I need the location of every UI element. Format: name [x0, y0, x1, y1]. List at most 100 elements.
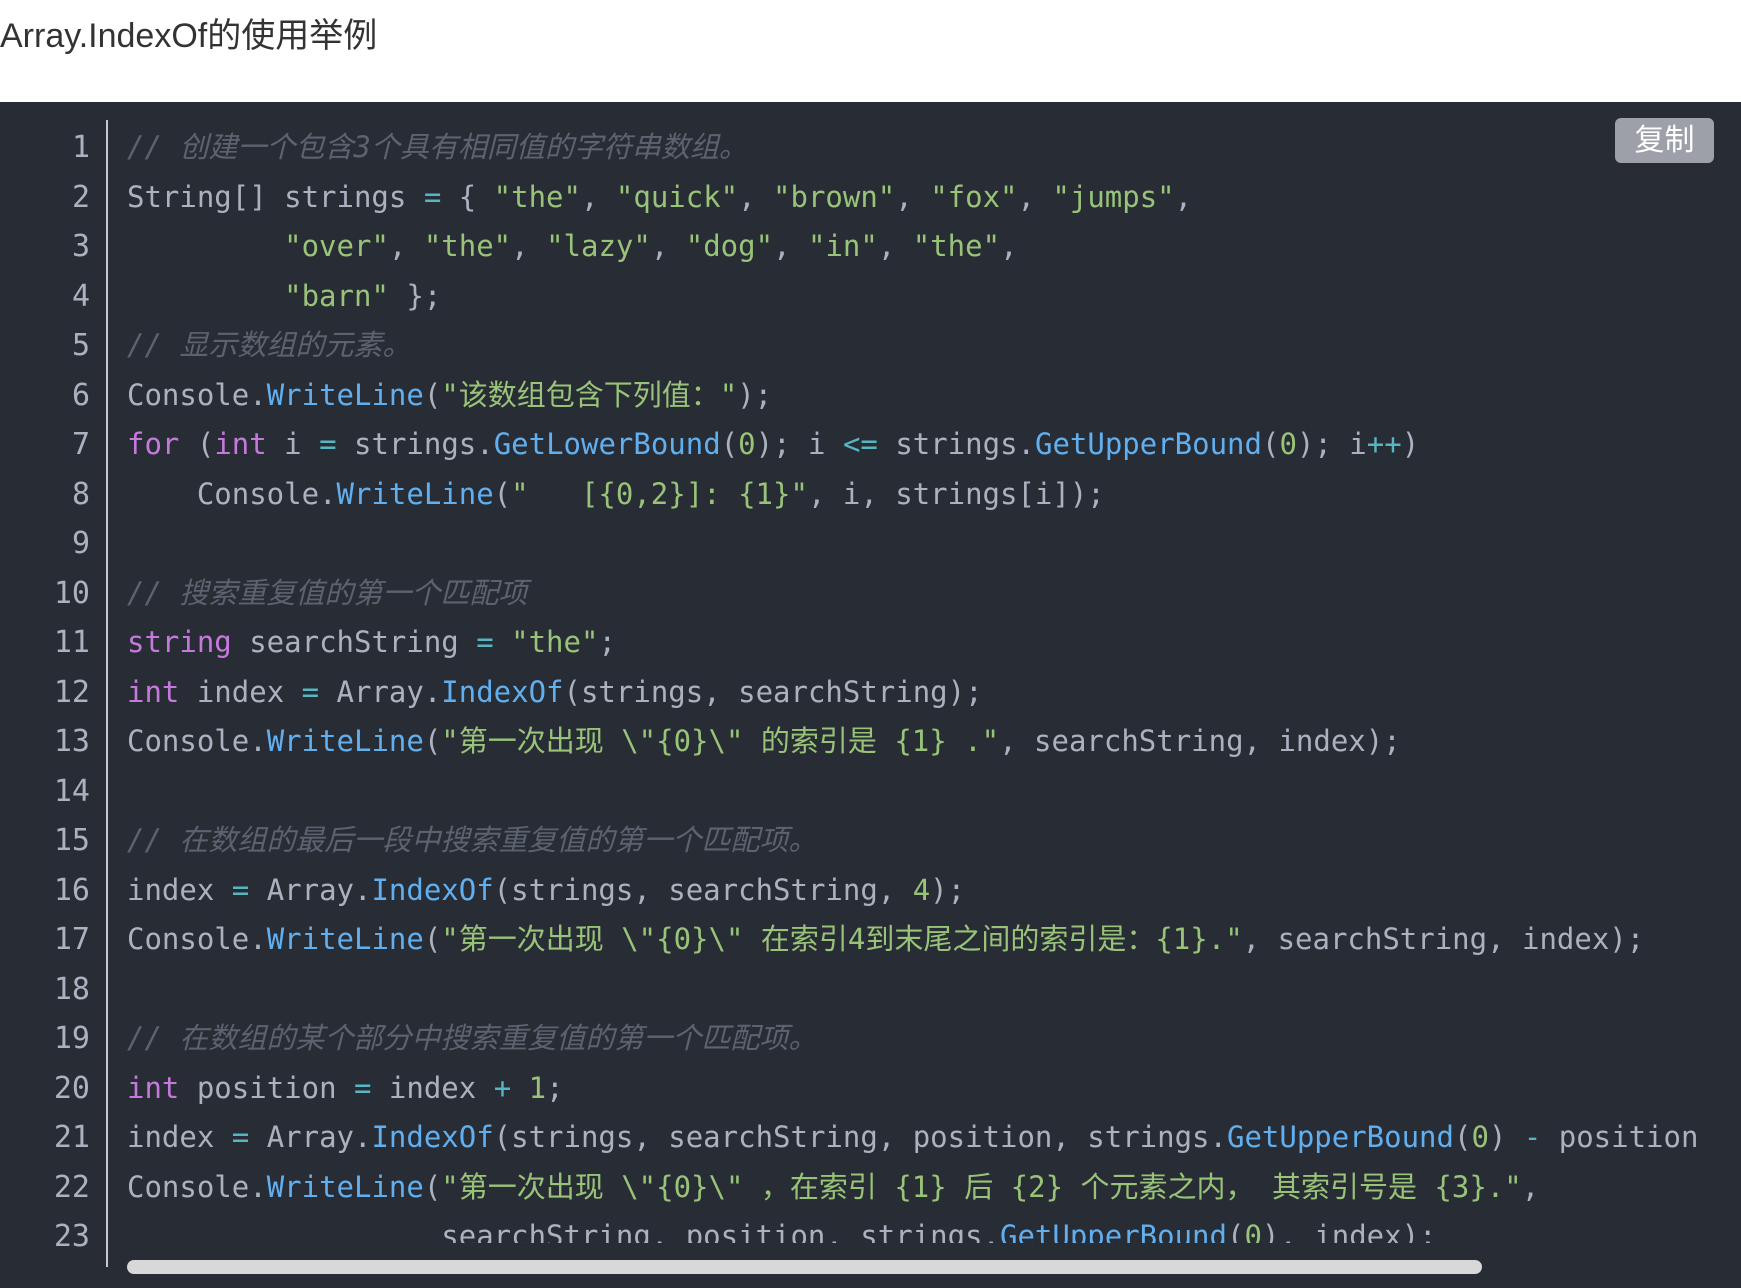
code-token-function: WriteLine	[336, 476, 494, 511]
code-line: searchString, position, strings.GetUpper…	[127, 1212, 1741, 1243]
code-token-plain: searchString, position, strings.	[127, 1219, 1000, 1243]
line-number: 5	[71, 328, 90, 363]
code-token-comment: // 在数组的某个部分中搜索重复值的第一个匹配项。	[127, 1021, 818, 1055]
line-number: 21	[53, 1120, 90, 1155]
code-token-plain: (	[1453, 1120, 1472, 1154]
code-token-plain: ,	[650, 229, 686, 263]
line-number: 2	[71, 179, 90, 215]
code-token-plain: ); i	[1296, 427, 1367, 461]
code-token-operator: =	[231, 1120, 250, 1154]
code-token-plain: position	[1541, 1120, 1699, 1154]
horizontal-scrollbar[interactable]	[127, 1260, 1721, 1274]
line-number: 23	[53, 1219, 90, 1254]
code-token-plain: ,	[1000, 229, 1018, 263]
code-token-plain: strings.	[877, 427, 1035, 461]
code-token-comment: // 创建一个包含3个具有相同值的字符串数组。	[127, 130, 748, 164]
code-token-string: "该数组包含下列值："	[441, 377, 738, 412]
code-token-string: "the"	[511, 625, 599, 659]
code-token-plain: position	[179, 1070, 354, 1105]
line-number: 7	[71, 427, 90, 462]
code-line: index = Array.IndexOf(strings, searchStr…	[127, 866, 1741, 916]
code-token-plain: Console.	[127, 724, 267, 758]
code-line: "over", "the", "lazy", "dog", "in", "the…	[127, 222, 1741, 272]
code-token-plain: Console.	[127, 377, 267, 412]
code-token-string: "the"	[493, 179, 581, 214]
code-token-plain: (	[423, 1169, 442, 1204]
code-token-operator: =	[231, 872, 250, 907]
code-token-plain: Console.	[127, 1169, 267, 1204]
code-token-keyword: string	[127, 625, 232, 659]
code-token-plain: Array.	[249, 872, 372, 907]
code-token-plain: ); i	[755, 427, 843, 461]
code-token-number: 0	[1244, 1219, 1262, 1243]
code-token-keyword: int	[127, 1070, 180, 1105]
code-token-plain: ,	[1521, 1169, 1540, 1204]
code-token-plain: (	[423, 377, 442, 412]
scrollbar-thumb[interactable]	[127, 1260, 1482, 1274]
code-token-comment: // 在数组的最后一段中搜索重复值的第一个匹配项。	[127, 823, 818, 857]
code-token-plain: (strings, searchString, position, string…	[493, 1120, 1227, 1154]
page-title: Array.IndexOf的使用举例	[0, 17, 378, 55]
code-line: Console.WriteLine("第一次出现 \"{0}\" 在索引4到末尾…	[127, 915, 1741, 965]
code-token-plain: );	[737, 377, 773, 412]
code-token-function: GetLowerBound	[493, 427, 721, 461]
code-token-operator: <=	[842, 427, 878, 461]
code-lines: // 创建一个包含3个具有相同值的字符串数组。 String[] strings …	[127, 123, 1741, 1243]
code-token-plain: Array.	[319, 674, 442, 709]
code-token-plain: , searchString, index);	[999, 724, 1401, 758]
code-line: // 在数组的最后一段中搜索重复值的第一个匹配项。	[127, 816, 1741, 866]
code-token-plain: Console.	[127, 476, 337, 511]
code-token-plain: ,	[511, 229, 547, 263]
code-token-plain: ,	[877, 229, 913, 263]
code-token-plain: searchString	[231, 625, 477, 659]
code-token-function: IndexOf	[371, 1120, 494, 1154]
code-token-plain: (	[423, 922, 442, 956]
code-token-operator: =	[319, 427, 337, 461]
gutter-divider	[106, 120, 108, 1267]
code-token-plain: {	[441, 179, 494, 214]
code-token-string: "the"	[423, 229, 512, 263]
line-number: 20	[53, 1070, 90, 1106]
code-token-plain: index	[127, 1120, 232, 1154]
code-token-operator: +	[493, 1070, 512, 1105]
code-token-plain: )	[1488, 1120, 1524, 1154]
code-token-plain: ,	[580, 179, 616, 214]
code-token-plain: Array.	[249, 1120, 372, 1154]
code-line: "barn" };	[127, 272, 1741, 322]
copy-button[interactable]: 复制	[1615, 118, 1714, 163]
code-line: Console.WriteLine(" [{0,2}]: {1}", i, st…	[127, 470, 1741, 520]
code-token-plain: index	[179, 674, 302, 709]
code-token-operator: =	[301, 674, 320, 709]
code-line: // 创建一个包含3个具有相同值的字符串数组。	[127, 123, 1741, 173]
line-number: 13	[53, 724, 90, 759]
line-number: 17	[53, 922, 90, 957]
code-token-plain: ;	[546, 1070, 564, 1105]
code-token-plain: (	[720, 427, 739, 461]
line-number: 1	[71, 130, 90, 165]
code-token-plain: (	[179, 427, 215, 461]
code-token-function: WriteLine	[266, 922, 424, 956]
code-line: String[] strings = { "the", "quick", "br…	[127, 173, 1741, 223]
code-token-plain: String[] strings	[127, 179, 424, 214]
code-token-function: WriteLine	[266, 724, 424, 758]
code-token-plain: ,	[738, 179, 774, 214]
code-area[interactable]: // 创建一个包含3个具有相同值的字符串数组。 String[] strings …	[127, 123, 1741, 1243]
code-token-comment: // 搜索重复值的第一个匹配项	[127, 575, 528, 610]
code-token-string: " [{0,2}]: {1}"	[511, 476, 808, 511]
code-token-plain: strings.	[336, 427, 494, 461]
code-token-plain: index	[371, 1070, 494, 1105]
code-token-plain: (	[493, 476, 512, 511]
code-token-string: "第一次出现 \"{0}\" 在索引4到末尾之间的索引是：{1}."	[441, 922, 1243, 956]
code-token-number: 0	[738, 427, 756, 461]
code-token-plain: ;	[598, 625, 616, 659]
code-token-plain: i	[266, 427, 320, 461]
line-number: 22	[53, 1169, 90, 1205]
code-token-string: "in"	[807, 229, 878, 263]
code-line: Console.WriteLine("第一次出现 \"{0}\" 的索引是 {1…	[127, 717, 1741, 767]
code-token-operator: -	[1523, 1120, 1542, 1154]
code-line: index = Array.IndexOf(strings, searchStr…	[127, 1113, 1741, 1163]
code-token-number: 1	[528, 1070, 547, 1105]
